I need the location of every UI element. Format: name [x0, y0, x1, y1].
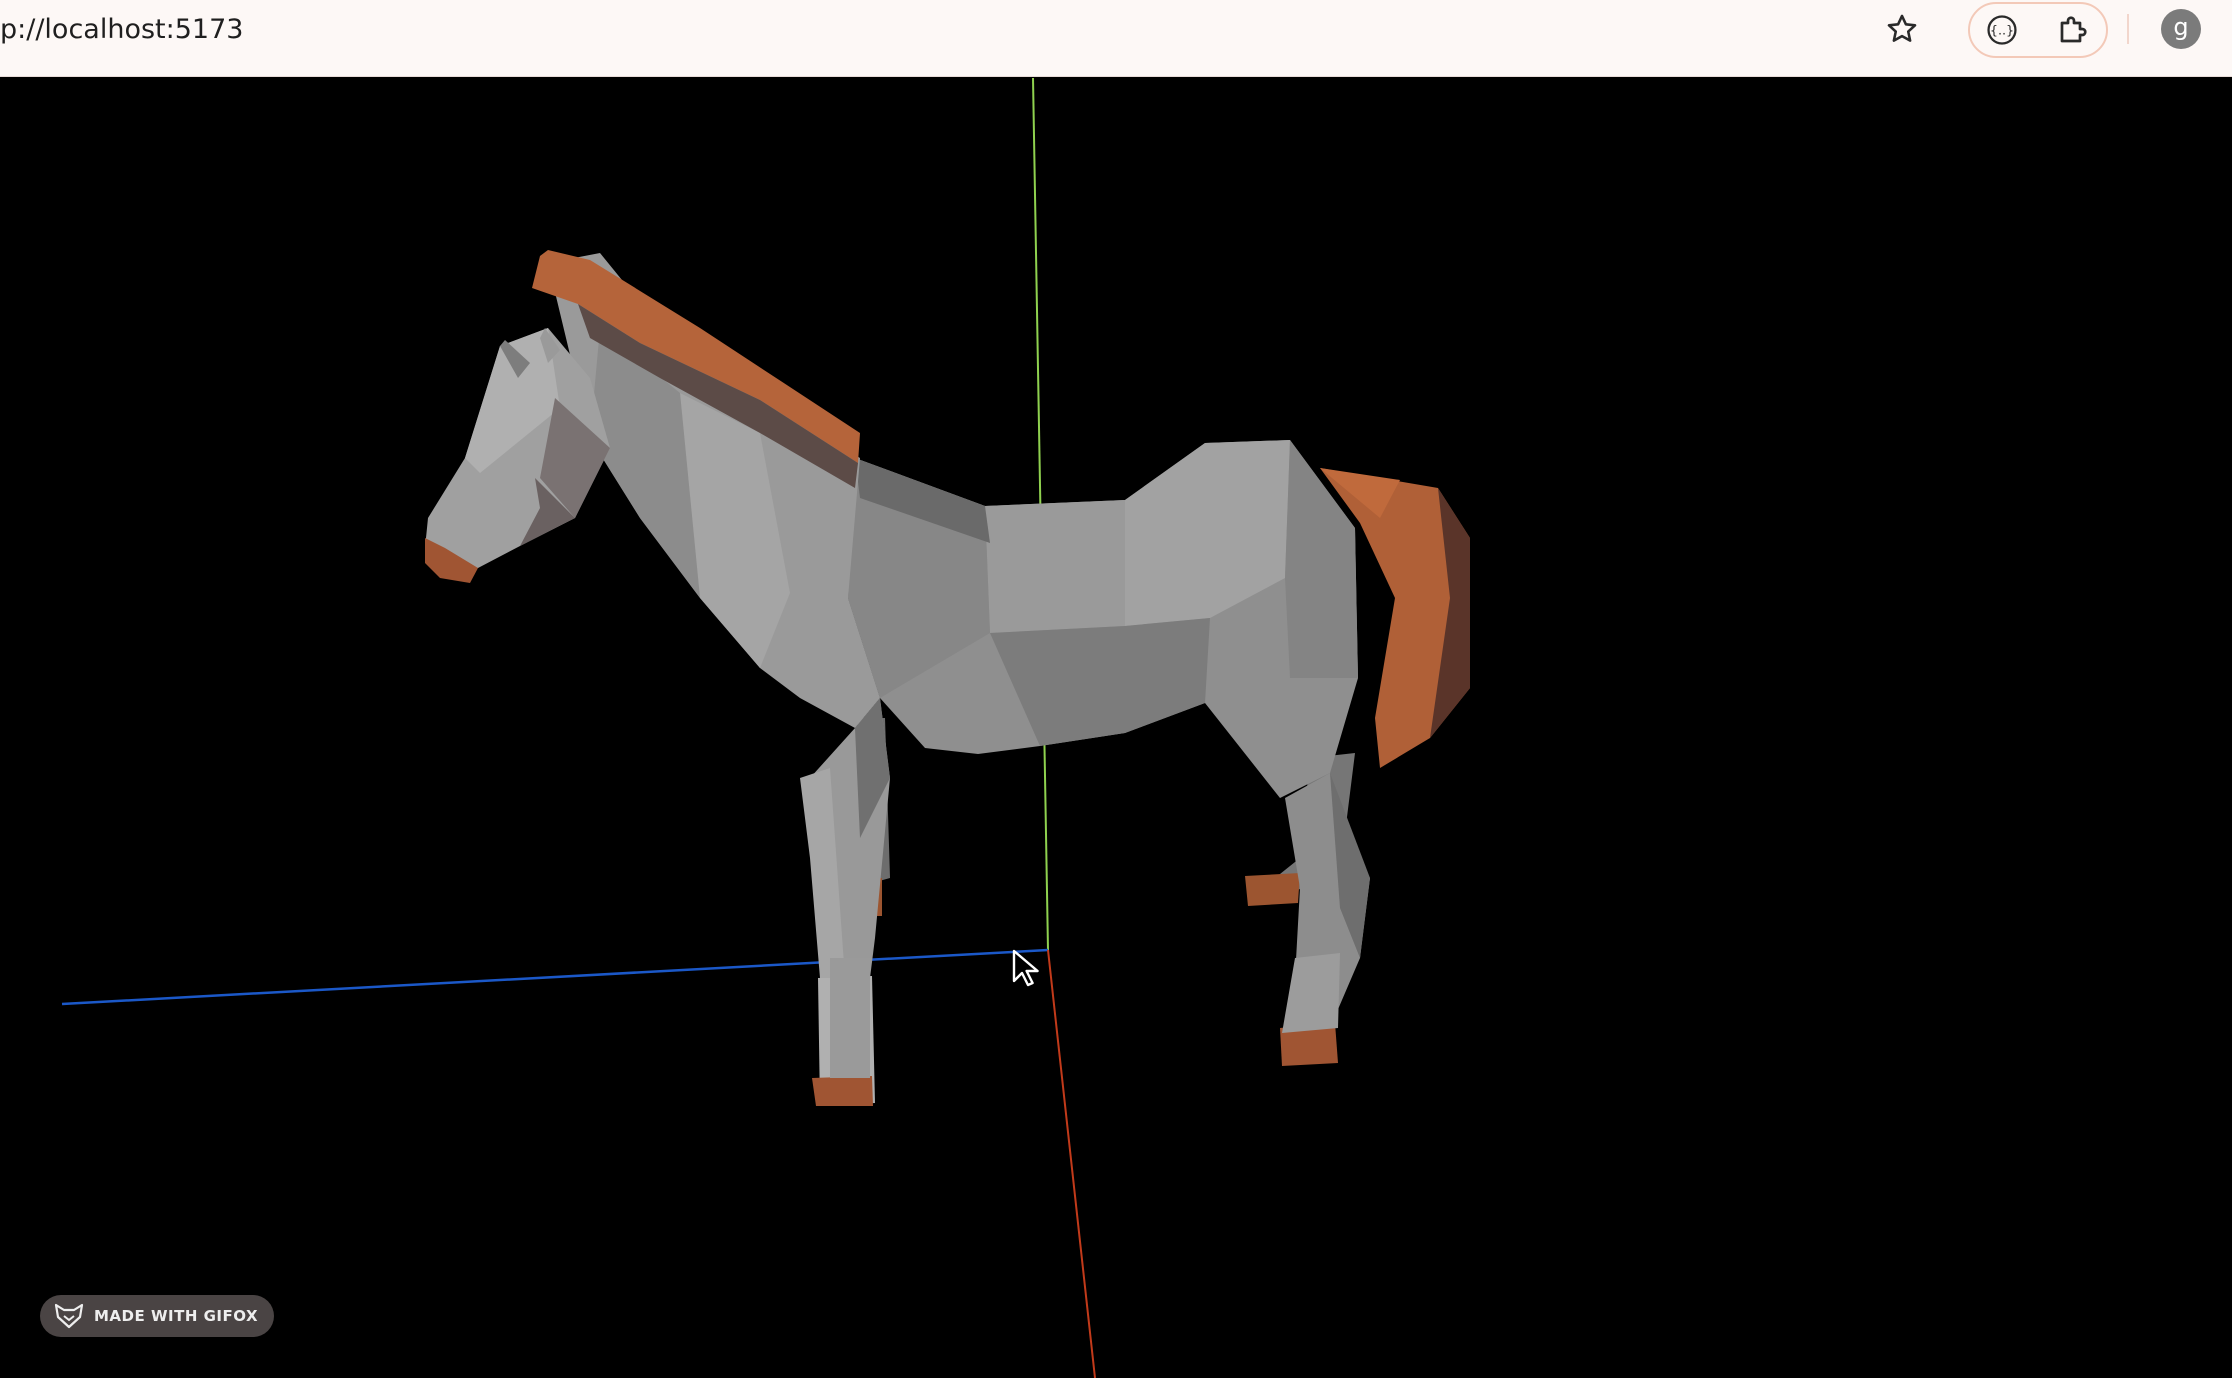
- puzzle-icon[interactable]: [2055, 10, 2093, 48]
- axis-z-line: [61, 948, 1049, 1006]
- threejs-canvas[interactable]: [0, 78, 2232, 1378]
- profile-avatar[interactable]: g: [2161, 9, 2201, 49]
- axis-x-line: [1047, 949, 1096, 1378]
- scene-render: [61, 78, 1470, 1378]
- watermark-label: MADE WITH GIFOX: [94, 1307, 259, 1325]
- svg-text:{..}: {..}: [1990, 24, 2014, 39]
- address-bar[interactable]: p://localhost:5173: [0, 0, 243, 60]
- browser-toolbar: p://localhost:5173 {..} g: [0, 0, 2232, 77]
- fox-logo-icon: [54, 1303, 84, 1329]
- braces-icon[interactable]: {..}: [1983, 12, 2021, 48]
- gifox-watermark: MADE WITH GIFOX: [40, 1295, 275, 1337]
- toolbar-divider: [2127, 14, 2129, 44]
- mouse-cursor-icon: [1012, 949, 1039, 987]
- horse-model: [425, 250, 1470, 1106]
- star-icon[interactable]: [1884, 10, 1920, 48]
